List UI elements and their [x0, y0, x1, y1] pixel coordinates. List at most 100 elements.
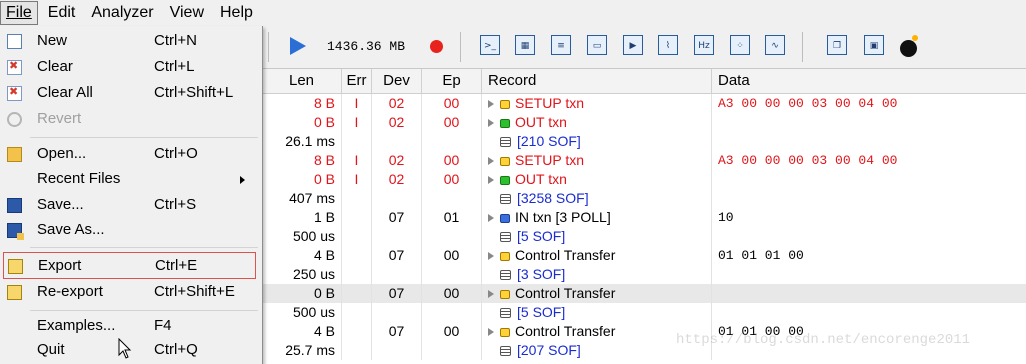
column-ep[interactable]: Ep — [422, 69, 482, 93]
table-row[interactable]: 0 B I 02 00 OUT txn — [262, 170, 1026, 189]
table-row[interactable]: 0 B I 02 00 OUT txn — [262, 113, 1026, 132]
menu-item-revert: Revert — [0, 108, 262, 132]
media-play-icon[interactable]: ▶ — [623, 35, 643, 55]
column-record[interactable]: Record — [482, 69, 712, 93]
export-icon — [8, 259, 23, 274]
copy-icon[interactable]: ❐ — [827, 35, 847, 55]
cell-data — [712, 284, 1026, 303]
expand-arrow-icon[interactable] — [488, 252, 494, 261]
menu-item-save[interactable]: Save... Ctrl+S — [0, 194, 262, 218]
menu-item-save-as[interactable]: Save As... — [0, 219, 262, 243]
table-row[interactable]: 500 us [5 SOF] — [262, 303, 1026, 322]
table-row[interactable]: 4 B 07 00 Control Transfer 01 01 00 00 — [262, 322, 1026, 341]
save-toolbar-icon[interactable]: ▣ — [864, 35, 884, 55]
cell-ep: 00 — [422, 151, 482, 170]
table-row[interactable]: 250 us [3 SOF] — [262, 265, 1026, 284]
menu-item-open[interactable]: Open... Ctrl+O — [0, 143, 262, 167]
cell-data — [712, 303, 1026, 322]
cell-err: I — [342, 170, 372, 189]
cell-err — [342, 208, 372, 227]
toolbar-separator — [802, 32, 803, 62]
menu-item-reexport[interactable]: Re-export Ctrl+Shift+E — [0, 281, 262, 305]
menu-item-new[interactable]: New Ctrl+N — [0, 30, 262, 54]
record-text: SETUP txn — [515, 95, 584, 111]
cell-dev: 02 — [372, 94, 422, 113]
expand-arrow-icon[interactable] — [488, 290, 494, 299]
table-row[interactable]: 8 B I 02 00 SETUP txn A3 00 00 00 03 00 04 00 — [262, 94, 1026, 113]
bomb-icon[interactable] — [900, 35, 918, 57]
expand-arrow-icon[interactable] — [488, 328, 494, 337]
expand-arrow-icon[interactable] — [488, 100, 494, 109]
table-row[interactable]: 500 us [5 SOF] — [262, 227, 1026, 246]
menu-view[interactable]: View — [164, 2, 210, 24]
window-icon[interactable]: ▭ — [587, 35, 607, 55]
column-dev[interactable]: Dev — [372, 69, 422, 93]
expand-arrow-icon[interactable] — [488, 157, 494, 166]
table-row[interactable]: 25.7 ms [207 SOF] — [262, 341, 1026, 360]
menu-file[interactable]: File — [0, 1, 38, 25]
record-text: Control Transfer — [515, 323, 616, 339]
terminal-icon[interactable]: >_ — [480, 35, 500, 55]
menu-analyzer[interactable]: Analyzer — [85, 2, 159, 24]
menu-edit[interactable]: Edit — [42, 2, 82, 24]
cell-record: OUT txn — [482, 113, 712, 132]
menu-item-clear[interactable]: Clear Ctrl+L — [0, 56, 262, 80]
record-text: [5 SOF] — [517, 228, 566, 244]
cell-data: 01 01 00 00 — [718, 324, 804, 339]
menu-item-examples[interactable]: Examples... F4 — [0, 315, 262, 339]
record-text: Control Transfer — [515, 285, 616, 301]
sof-stack-icon — [500, 346, 511, 357]
cell-dev: 07 — [372, 284, 422, 303]
record-icon[interactable] — [430, 40, 443, 53]
cell-record: IN txn [3 POLL] — [482, 208, 712, 227]
cell-data: A3 00 00 00 03 00 04 00 — [718, 96, 898, 111]
file-menu-dropdown: New Ctrl+N Clear Ctrl+L Clear All Ctrl+S… — [0, 26, 263, 364]
record-text: [3258 SOF] — [517, 190, 589, 206]
menu-item-export[interactable]: Export Ctrl+E — [3, 252, 256, 279]
packet-icon — [500, 118, 510, 128]
menu-separator — [30, 137, 258, 138]
cell-record: [5 SOF] — [482, 303, 712, 322]
list-view-icon[interactable]: ≡ — [551, 35, 571, 55]
column-data[interactable]: Data — [712, 69, 1026, 93]
cell-ep: 00 — [422, 94, 482, 113]
packet-icon — [500, 99, 510, 109]
cell-record: OUT txn — [482, 170, 712, 189]
cell-err — [342, 132, 372, 151]
waveform-icon[interactable]: ∿ — [765, 35, 785, 55]
table-row[interactable]: 8 B I 02 00 SETUP txn A3 00 00 00 03 00 04 00 — [262, 151, 1026, 170]
column-len[interactable]: Len — [262, 69, 342, 93]
cell-len: 0 B — [262, 170, 342, 189]
frequency-icon[interactable]: Hz — [694, 35, 714, 55]
table-body: 8 B I 02 00 SETUP txn A3 00 00 00 03 00 04 00… — [262, 94, 1026, 360]
play-icon[interactable] — [290, 37, 306, 55]
table-row[interactable]: 4 B 07 00 Control Transfer 01 01 01 00 — [262, 246, 1026, 265]
menu-item-recent-files[interactable]: Recent Files — [0, 168, 262, 192]
expand-arrow-icon[interactable] — [488, 176, 494, 185]
column-err[interactable]: Err — [342, 69, 372, 93]
revert-icon — [7, 112, 22, 127]
expand-arrow-icon[interactable] — [488, 119, 494, 128]
cell-ep — [422, 189, 482, 208]
grid-view-icon[interactable]: ▦ — [515, 35, 535, 55]
clear-icon — [7, 59, 22, 75]
sof-stack-icon — [500, 270, 511, 281]
signal-icon[interactable]: ⌇ — [658, 35, 678, 55]
mouse-cursor-icon — [118, 338, 132, 359]
menu-separator — [30, 310, 258, 311]
cell-data — [712, 189, 1026, 208]
table-row[interactable]: 0 B 07 00 Control Transfer — [262, 284, 1026, 303]
cell-err: I — [342, 94, 372, 113]
expand-arrow-icon[interactable] — [488, 214, 494, 223]
table-row[interactable]: 407 ms [3258 SOF] — [262, 189, 1026, 208]
menu-help[interactable]: Help — [214, 2, 259, 24]
cell-record: [3 SOF] — [482, 265, 712, 284]
cell-data: A3 00 00 00 03 00 04 00 — [718, 153, 898, 168]
cell-ep: 00 — [422, 322, 482, 341]
menu-item-clear-all[interactable]: Clear All Ctrl+Shift+L — [0, 82, 262, 106]
cell-ep: 01 — [422, 208, 482, 227]
table-row[interactable]: 26.1 ms [210 SOF] — [262, 132, 1026, 151]
pattern-icon[interactable]: ⁘ — [730, 35, 750, 55]
table-row[interactable]: 1 B 07 01 IN txn [3 POLL] 10 — [262, 208, 1026, 227]
cell-err — [342, 341, 372, 360]
